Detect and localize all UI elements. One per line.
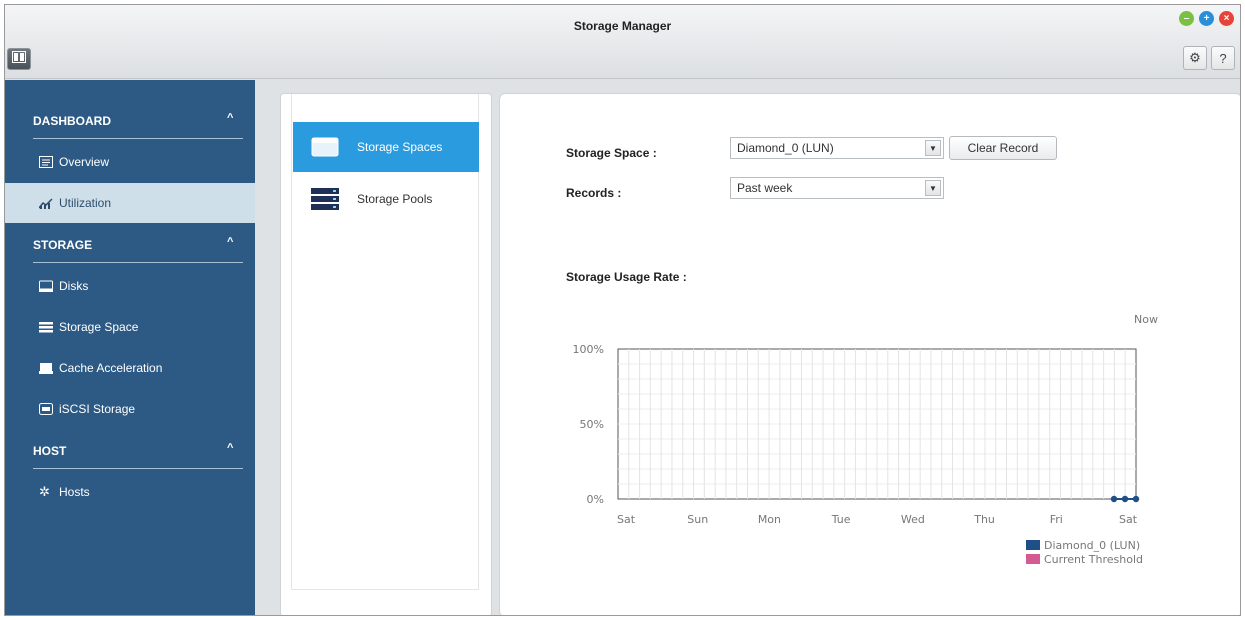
minimize-button[interactable]: – [1179,11,1194,26]
utilization-panel: Storage Space : Diamond_0 (LUN) ▼ Clear … [499,93,1240,615]
sidebar-item-label: Hosts [59,485,90,499]
sidebar: DASHBOARD ^ Overview Utilization STORAGE… [5,80,255,615]
sidebar-item-disks[interactable]: Disks [5,266,255,306]
app-menu-button[interactable] [7,48,31,70]
subnav-panel: Storage Spaces Storage Pools [280,93,492,615]
x-tick-label: Tue [831,513,851,526]
maximize-button[interactable]: + [1199,11,1214,26]
sidebar-item-utilization[interactable]: Utilization [5,183,255,223]
y-tick-label: 100% [573,343,604,356]
sidebar-item-label: Cache Acceleration [59,361,163,375]
chevron-up-icon: ^ [227,112,234,124]
divider [33,138,243,139]
utilization-icon [38,197,53,209]
disk-icon [39,280,53,292]
title-bar: Storage Manager – + × ⚙ ? [5,5,1240,79]
settings-button[interactable]: ⚙ [1183,46,1207,70]
section-label: STORAGE [33,238,93,252]
storage-spaces-icon [311,135,339,159]
usage-chart-svg: 100% 50% 0% Sat Sun Mon Tue Wed Thu Fri Sat Now Diam… [573,313,1158,566]
y-tick-label: 0% [587,493,604,506]
data-point [1110,495,1118,503]
sidebar-item-hosts[interactable]: ✲ Hosts [5,472,255,512]
sidebar-item-label: Utilization [59,196,112,210]
now-label: Now [1134,314,1158,326]
close-icon: × [1223,12,1230,24]
clear-record-label: Clear Record [967,141,1039,155]
sidebar-item-iscsi-storage[interactable]: iSCSI Storage [5,389,255,429]
subnav-item-storage-pools[interactable]: Storage Pools [293,174,479,224]
chevron-down-icon: ▼ [925,180,941,196]
clear-record-button[interactable]: Clear Record [949,136,1057,160]
sidebar-item-label: Disks [59,279,89,293]
sidebar-section-host[interactable]: HOST ^ [5,430,255,470]
records-value: Past week [737,181,793,195]
subnav-label: Storage Pools [357,192,433,206]
usage-chart: 100% 50% 0% Sat Sun Mon Tue Wed Thu Fri Sat Now Diam… [540,313,1160,604]
sidebar-item-overview[interactable]: Overview [5,142,255,182]
section-label: DASHBOARD [33,114,111,128]
minimize-icon: – [1183,12,1190,24]
storage-space-select[interactable]: Diamond_0 (LUN) ▼ [730,137,944,159]
menu-icon [12,50,26,68]
data-point [1132,495,1140,503]
x-tick-label: Sat [617,513,636,526]
legend-swatch [1026,554,1040,564]
legend-label: Diamond_0 (LUN) [1044,539,1140,552]
x-tick-label: Wed [901,513,925,526]
help-icon: ? [1219,50,1227,66]
iscsi-icon [39,403,53,415]
sidebar-section-storage[interactable]: STORAGE ^ [5,224,255,264]
sidebar-item-storage-space[interactable]: Storage Space [5,307,255,347]
chevron-down-icon: ▼ [925,140,941,156]
sidebar-item-cache-acceleration[interactable]: Cache Acceleration [5,348,255,388]
x-tick-label: Mon [758,513,781,526]
gear-icon: ⚙ [1189,50,1201,65]
records-select[interactable]: Past week ▼ [730,177,944,199]
storage-pools-icon [311,187,339,211]
sidebar-item-label: iSCSI Storage [59,402,136,416]
sidebar-item-label: Storage Space [59,320,139,334]
chevron-up-icon: ^ [227,236,234,248]
cache-icon [39,362,53,374]
divider [33,262,243,263]
subnav-item-storage-spaces[interactable]: Storage Spaces [293,122,479,172]
divider [33,468,243,469]
x-tick-label: Sun [687,513,708,526]
data-point [1121,495,1129,503]
storage-space-label: Storage Space : [566,146,657,160]
x-tick-label: Thu [973,513,995,526]
subnav-label: Storage Spaces [357,140,443,154]
overview-icon [39,156,53,168]
storage-space-value: Diamond_0 (LUN) [737,141,834,155]
chevron-up-icon: ^ [227,442,234,454]
section-label: HOST [33,444,67,458]
close-button[interactable]: × [1219,11,1234,26]
legend-swatch [1026,540,1040,550]
storage-manager-window: Storage Manager – + × ⚙ ? DASHBOARD ^ Ov… [4,4,1241,616]
records-label: Records : [566,186,622,200]
y-tick-label: 50% [580,418,604,431]
sidebar-section-dashboard[interactable]: DASHBOARD ^ [5,100,255,140]
window-title: Storage Manager [573,19,672,33]
gear-icon: ✲ [39,484,50,499]
storage-space-icon [39,321,53,333]
help-button[interactable]: ? [1211,46,1235,70]
legend-label: Current Threshold [1044,553,1143,566]
maximize-icon: + [1203,12,1210,24]
x-tick-label: Fri [1050,513,1063,526]
sidebar-item-label: Overview [59,155,110,169]
chart-title: Storage Usage Rate : [566,270,687,284]
x-tick-label: Sat [1119,513,1138,526]
